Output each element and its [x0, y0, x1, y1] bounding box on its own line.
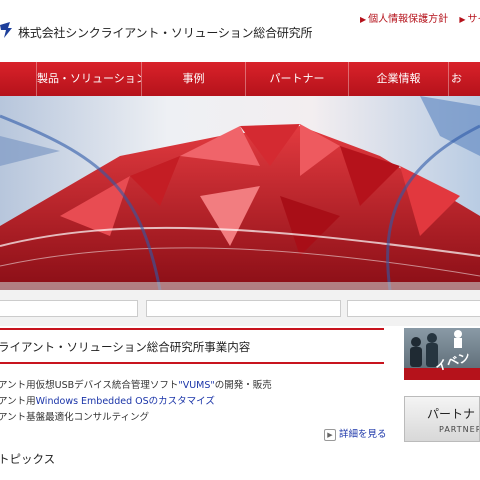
main-heading-bar: ライアント・ソリューション総合研究所事業内容 [0, 328, 384, 364]
sub-nav-strip [0, 290, 480, 326]
business-item: アント基盤最適化コンサルティング [0, 412, 150, 423]
site-header: 株式会社シンクライアント・ソリューション総合研究所 ▶個人情報保護方針 ▶サイト [0, 0, 480, 62]
global-nav: 製品・ソリューション 事例 パートナー 企業情報 お [0, 62, 480, 96]
arrow-right-icon: ▶ [324, 428, 336, 441]
partner-label-ja: パートナ [427, 407, 476, 421]
windows-embedded-link[interactable]: Windows Embedded OSのカスタマイズ [36, 396, 215, 407]
nav-item-cases[interactable]: 事例 [141, 62, 245, 96]
detail-link[interactable]: ▶ 詳細を見る [324, 426, 387, 441]
partner-label-en: PARTNER [439, 425, 480, 434]
utility-links: ▶個人情報保護方針 ▶サイト [360, 10, 480, 25]
nav-item-company[interactable]: 企業情報 [348, 62, 448, 96]
hero-banner [0, 96, 480, 290]
hero-graphic [0, 96, 480, 290]
sitemap-link[interactable]: ▶サイト [459, 14, 480, 25]
sub-nav-box-2[interactable] [146, 300, 341, 317]
arrow-right-icon: ▶ [360, 15, 367, 24]
partner-banner[interactable]: パートナ PARTNER [404, 396, 480, 442]
company-logo-icon[interactable] [0, 22, 12, 38]
nav-item-partners[interactable]: パートナー [245, 62, 348, 96]
company-name[interactable]: 株式会社シンクライアント・ソリューション総合研究所 [18, 24, 312, 41]
privacy-policy-link[interactable]: ▶ 個人情報保護方針 [360, 14, 448, 25]
nav-item-products[interactable]: 製品・ソリューション [36, 62, 141, 96]
event-banner[interactable]: イベン [404, 328, 480, 380]
business-item: アント用仮想USBデバイス統合管理ソフト"VUMS"の開発・販売 [0, 380, 272, 391]
topics-heading: トピックス [0, 452, 56, 466]
sub-nav-box-3[interactable] [347, 300, 480, 317]
business-heading: ライアント・ソリューション総合研究所事業内容 [0, 340, 251, 354]
nav-item-home[interactable] [0, 62, 36, 96]
sub-nav-box-1[interactable] [0, 300, 138, 317]
nav-item-more[interactable]: お [448, 62, 480, 96]
arrow-right-icon: ▶ [459, 15, 466, 24]
business-item: アント用Windows Embedded OSのカスタマイズ [0, 396, 215, 407]
vums-link[interactable]: "VUMS" [178, 380, 214, 391]
